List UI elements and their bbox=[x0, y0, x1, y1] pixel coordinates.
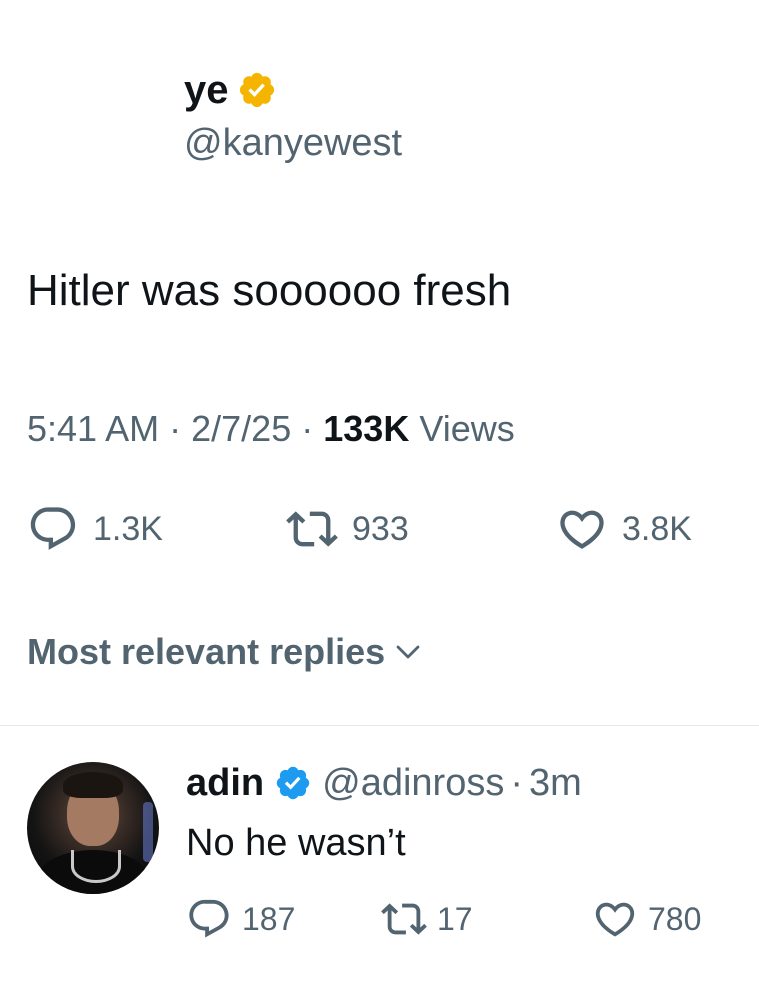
reply-repost-button[interactable]: 17 bbox=[381, 894, 473, 944]
verified-blue-badge-icon bbox=[276, 766, 310, 800]
chevron-down-icon bbox=[396, 645, 420, 659]
reply-like-count: 780 bbox=[648, 900, 702, 937]
views-label: Views bbox=[419, 408, 515, 449]
section-divider bbox=[0, 725, 759, 726]
verified-gold-badge-icon bbox=[239, 72, 274, 108]
reply-like-button[interactable]: 780 bbox=[592, 894, 701, 944]
author-display-name[interactable]: ye bbox=[184, 64, 229, 116]
like-count: 3.8K bbox=[622, 509, 692, 548]
reply-bubble-icon bbox=[30, 507, 76, 550]
heart-icon bbox=[595, 902, 635, 937]
repost-icon bbox=[286, 511, 338, 547]
reply-repost-count: 17 bbox=[437, 900, 473, 937]
replies-sort-label: Most relevant replies bbox=[27, 631, 386, 672]
tweet-meta: 5:41 AM · 2/7/25 · 133K Views bbox=[27, 404, 515, 454]
reply-meta-separator: · bbox=[510, 762, 523, 804]
reply-count: 1.3K bbox=[93, 509, 163, 548]
author-display-name-row[interactable]: ye bbox=[184, 64, 277, 116]
reply-button[interactable]: 1.3K bbox=[27, 500, 163, 558]
meta-separator: · bbox=[169, 408, 182, 449]
reply-reply-button[interactable]: 187 bbox=[186, 894, 295, 944]
tweet-date[interactable]: 2/7/25 bbox=[191, 408, 291, 449]
reply-reply-count: 187 bbox=[242, 900, 296, 937]
tweet-time[interactable]: 5:41 AM bbox=[27, 408, 159, 449]
reply-text: No he wasn’t bbox=[186, 822, 406, 864]
meta-separator: · bbox=[301, 408, 314, 449]
replies-sort-dropdown[interactable]: Most relevant replies bbox=[27, 626, 423, 678]
reply-bubble-icon bbox=[189, 899, 229, 938]
reply-author-handle[interactable]: @adinross bbox=[322, 758, 504, 808]
reply-author-display-name[interactable]: adin bbox=[186, 758, 264, 808]
repost-icon bbox=[381, 903, 427, 935]
reply-header: adin @adinross · 3m bbox=[186, 758, 582, 808]
repost-button[interactable]: 933 bbox=[286, 500, 409, 558]
repost-count: 933 bbox=[352, 509, 409, 548]
tweet-text: Hitler was soooooo fresh bbox=[27, 266, 512, 315]
like-button[interactable]: 3.8K bbox=[556, 500, 692, 558]
author-handle[interactable]: @kanyewest bbox=[184, 118, 402, 168]
heart-icon bbox=[560, 510, 604, 549]
reply-time[interactable]: 3m bbox=[529, 758, 582, 808]
views-count: 133K bbox=[323, 408, 410, 449]
avatar[interactable] bbox=[27, 762, 159, 894]
